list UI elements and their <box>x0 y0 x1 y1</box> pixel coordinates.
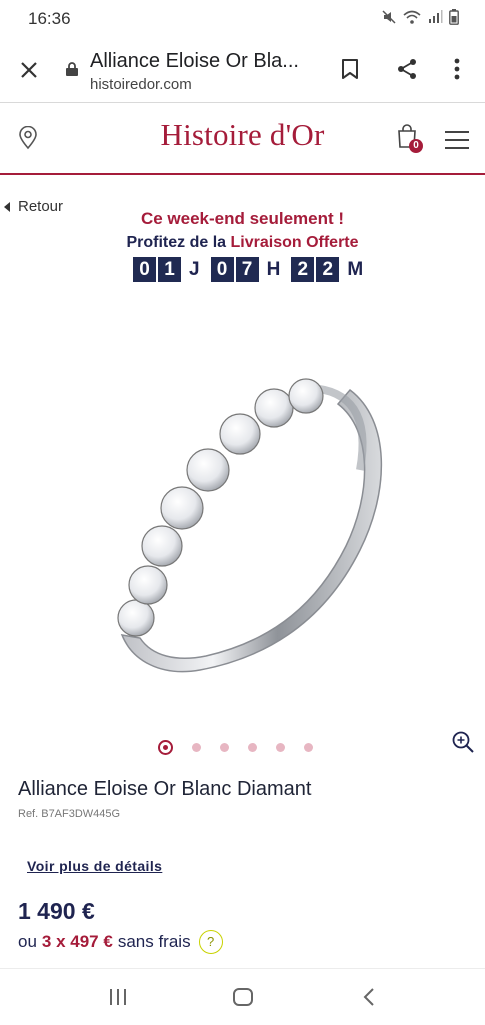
recent-apps-icon[interactable] <box>108 988 128 1006</box>
system-nav-bar <box>0 968 485 1025</box>
countdown-days-unit: J <box>189 258 200 280</box>
promo-line: Profitez de la Livraison Offerte <box>0 234 485 252</box>
status-time: 16:36 <box>28 9 71 28</box>
countdown-hours-unit: H <box>266 258 281 280</box>
installments-help-icon[interactable]: ? <box>198 930 223 954</box>
see-details-link[interactable]: Voir plus de détails <box>27 858 162 874</box>
installments-prefix: ou <box>18 932 37 951</box>
signal-icon <box>429 10 443 23</box>
menu-icon[interactable] <box>445 130 469 150</box>
site-header: Histoire d'Or 0 <box>0 103 485 175</box>
wifi-icon <box>403 10 421 24</box>
mute-icon <box>382 10 396 24</box>
countdown-timer: 0 1 J 0 7 H 2 2 M <box>133 257 374 282</box>
countdown-minutes-unit: M <box>347 258 364 280</box>
product-image-ring[interactable] <box>60 320 440 720</box>
countdown-hours-digit-1: 0 <box>210 257 234 282</box>
countdown-hours-digit-2: 7 <box>235 257 259 282</box>
product-ref: Ref. B7AF3DW445G <box>18 808 121 820</box>
lock-icon <box>66 62 78 76</box>
carousel-dot[interactable] <box>276 743 285 752</box>
close-icon[interactable] <box>20 61 38 79</box>
battery-icon <box>449 9 459 25</box>
page-title: Alliance Eloise Or Bla... <box>90 50 299 72</box>
home-icon[interactable] <box>232 987 254 1007</box>
status-bar: 16:36 <box>0 0 485 36</box>
carousel-dot[interactable] <box>248 743 257 752</box>
image-carousel-dots <box>158 740 313 755</box>
promo-line-accent: Livraison Offerte <box>230 234 359 251</box>
countdown-minutes-digit-2: 2 <box>316 257 340 282</box>
promo-line-prefix: Profitez de la <box>126 234 227 251</box>
countdown-days-digit-2: 1 <box>158 257 181 282</box>
countdown-days-digit-1: 0 <box>133 257 156 282</box>
share-icon[interactable] <box>396 58 418 80</box>
browser-toolbar: Alliance Eloise Or Bla... histoiredor.co… <box>0 36 485 103</box>
promo-title: Ce week-end seulement ! <box>140 209 345 228</box>
product-name: Alliance Eloise Or Blanc Diamant <box>18 778 312 800</box>
carousel-dot[interactable] <box>158 740 173 755</box>
carousel-dot[interactable] <box>304 743 313 752</box>
back-nav-icon[interactable] <box>363 987 375 1007</box>
bookmark-icon[interactable] <box>341 58 359 80</box>
countdown-minutes-digit-1: 2 <box>291 257 315 282</box>
product-price: 1 490 € <box>18 898 95 924</box>
carousel-dot[interactable] <box>220 743 229 752</box>
diamond-row <box>117 378 324 637</box>
carousel-dot[interactable] <box>192 743 201 752</box>
status-icons <box>381 9 459 25</box>
installments-suffix: sans frais <box>117 932 191 951</box>
installments-amount: 3 x 497 € <box>41 932 113 951</box>
installments-info: ou 3 x 497 € sans frais ? <box>18 930 223 954</box>
more-icon[interactable] <box>454 58 460 80</box>
cart-count-badge: 0 <box>409 139 423 153</box>
page-url[interactable]: histoiredor.com <box>90 76 192 93</box>
zoom-icon[interactable] <box>451 730 475 754</box>
